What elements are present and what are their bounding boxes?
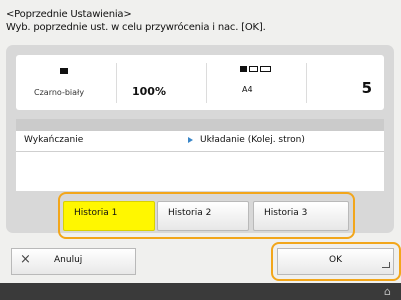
ok-button[interactable]: OK bbox=[277, 248, 394, 275]
paper-drawer-icon bbox=[240, 66, 271, 72]
close-icon: × bbox=[20, 252, 31, 267]
black-white-icon bbox=[60, 68, 68, 74]
history-3-button[interactable]: Historia 3 bbox=[253, 201, 349, 231]
header-subtitle: Wyb. poprzednie ust. w celu przywrócenia… bbox=[6, 22, 266, 33]
device-status-icon: ⌂ bbox=[384, 285, 391, 298]
paper-size-label: A4 bbox=[242, 85, 253, 94]
history-1-label: Historia 1 bbox=[74, 208, 118, 218]
history-2-label: Historia 2 bbox=[168, 208, 212, 218]
copy-ratio-value: 100% bbox=[132, 85, 166, 98]
cancel-label: Anuluj bbox=[54, 255, 83, 265]
settings-summary: Czarno-biały 100% A4 5 bbox=[16, 55, 384, 110]
setting-key: Wykańczanie bbox=[24, 135, 84, 145]
paper-cell: A4 bbox=[206, 55, 306, 110]
settings-detail-list: Wykańczanie Układanie (Kolej. stron) bbox=[16, 131, 384, 191]
copy-ratio-cell: 100% bbox=[116, 55, 206, 110]
enter-icon bbox=[382, 262, 390, 268]
arrow-right-icon bbox=[188, 137, 193, 143]
copies-cell: 5 bbox=[306, 55, 384, 110]
history-3-label: Historia 3 bbox=[264, 208, 308, 218]
setting-value: Układanie (Kolej. stron) bbox=[200, 135, 305, 145]
color-mode-label: Czarno-biały bbox=[34, 88, 85, 97]
status-bar: ⌂ bbox=[0, 283, 401, 300]
copies-count: 5 bbox=[361, 79, 372, 97]
section-bar bbox=[16, 119, 384, 131]
history-2-button[interactable]: Historia 2 bbox=[157, 201, 249, 231]
ok-label: OK bbox=[329, 255, 342, 265]
header-instructions: <Poprzednie Ustawienia> Wyb. poprzednie … bbox=[6, 8, 266, 34]
header-title: <Poprzednie Ustawienia> bbox=[6, 9, 132, 20]
settings-row-finishing: Wykańczanie Układanie (Kolej. stron) bbox=[16, 131, 384, 152]
cancel-button[interactable]: × Anuluj bbox=[11, 248, 136, 275]
color-mode-cell: Czarno-biały bbox=[16, 55, 116, 110]
history-1-button[interactable]: Historia 1 bbox=[63, 201, 155, 231]
